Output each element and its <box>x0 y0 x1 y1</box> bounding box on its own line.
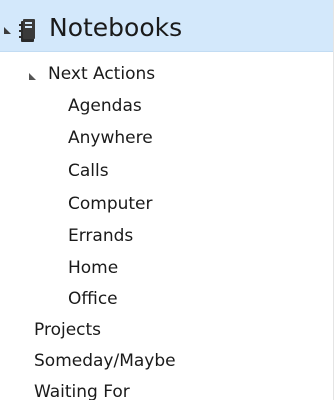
tree-item-anywhere[interactable]: Anywhere <box>0 122 333 154</box>
tree-item-label: Office <box>68 289 118 309</box>
tree-item-label: Waiting For <box>34 382 130 400</box>
tree-item-someday-maybe[interactable]: Someday/Maybe <box>0 345 333 377</box>
tree-item-label: Errands <box>68 226 134 246</box>
notebook-icon <box>19 19 35 42</box>
tree-item-label: Someday/Maybe <box>34 351 176 371</box>
tree-item-office[interactable]: Office <box>0 283 333 315</box>
tree-item-projects[interactable]: Projects <box>0 314 333 346</box>
tree-item-label: Computer <box>68 194 153 214</box>
tree-item-home[interactable]: Home <box>0 252 333 284</box>
tree-item-errands[interactable]: Errands <box>0 220 333 252</box>
tree-item-label: Calls <box>68 161 109 181</box>
expand-arrow-icon[interactable] <box>4 27 11 34</box>
tree-item-label: Notebooks <box>49 13 183 42</box>
notebook-tree-pane: Notebooks Next Actions Agendas Anywhere … <box>0 0 334 400</box>
tree-item-label: Agendas <box>68 96 142 116</box>
tree-item-agendas[interactable]: Agendas <box>0 90 333 122</box>
tree-item-label: Home <box>68 258 119 278</box>
expand-arrow-icon[interactable] <box>29 73 36 80</box>
tree-item-computer[interactable]: Computer <box>0 188 333 220</box>
tree-item-next-actions[interactable]: Next Actions <box>0 58 333 90</box>
tree-item-waiting-for[interactable]: Waiting For <box>0 376 333 400</box>
tree-item-calls[interactable]: Calls <box>0 155 333 187</box>
tree-item-label: Next Actions <box>48 64 156 84</box>
tree-item-label: Projects <box>34 320 102 340</box>
tree-item-label: Anywhere <box>68 128 153 148</box>
tree-item-notebooks[interactable]: Notebooks <box>0 0 333 52</box>
